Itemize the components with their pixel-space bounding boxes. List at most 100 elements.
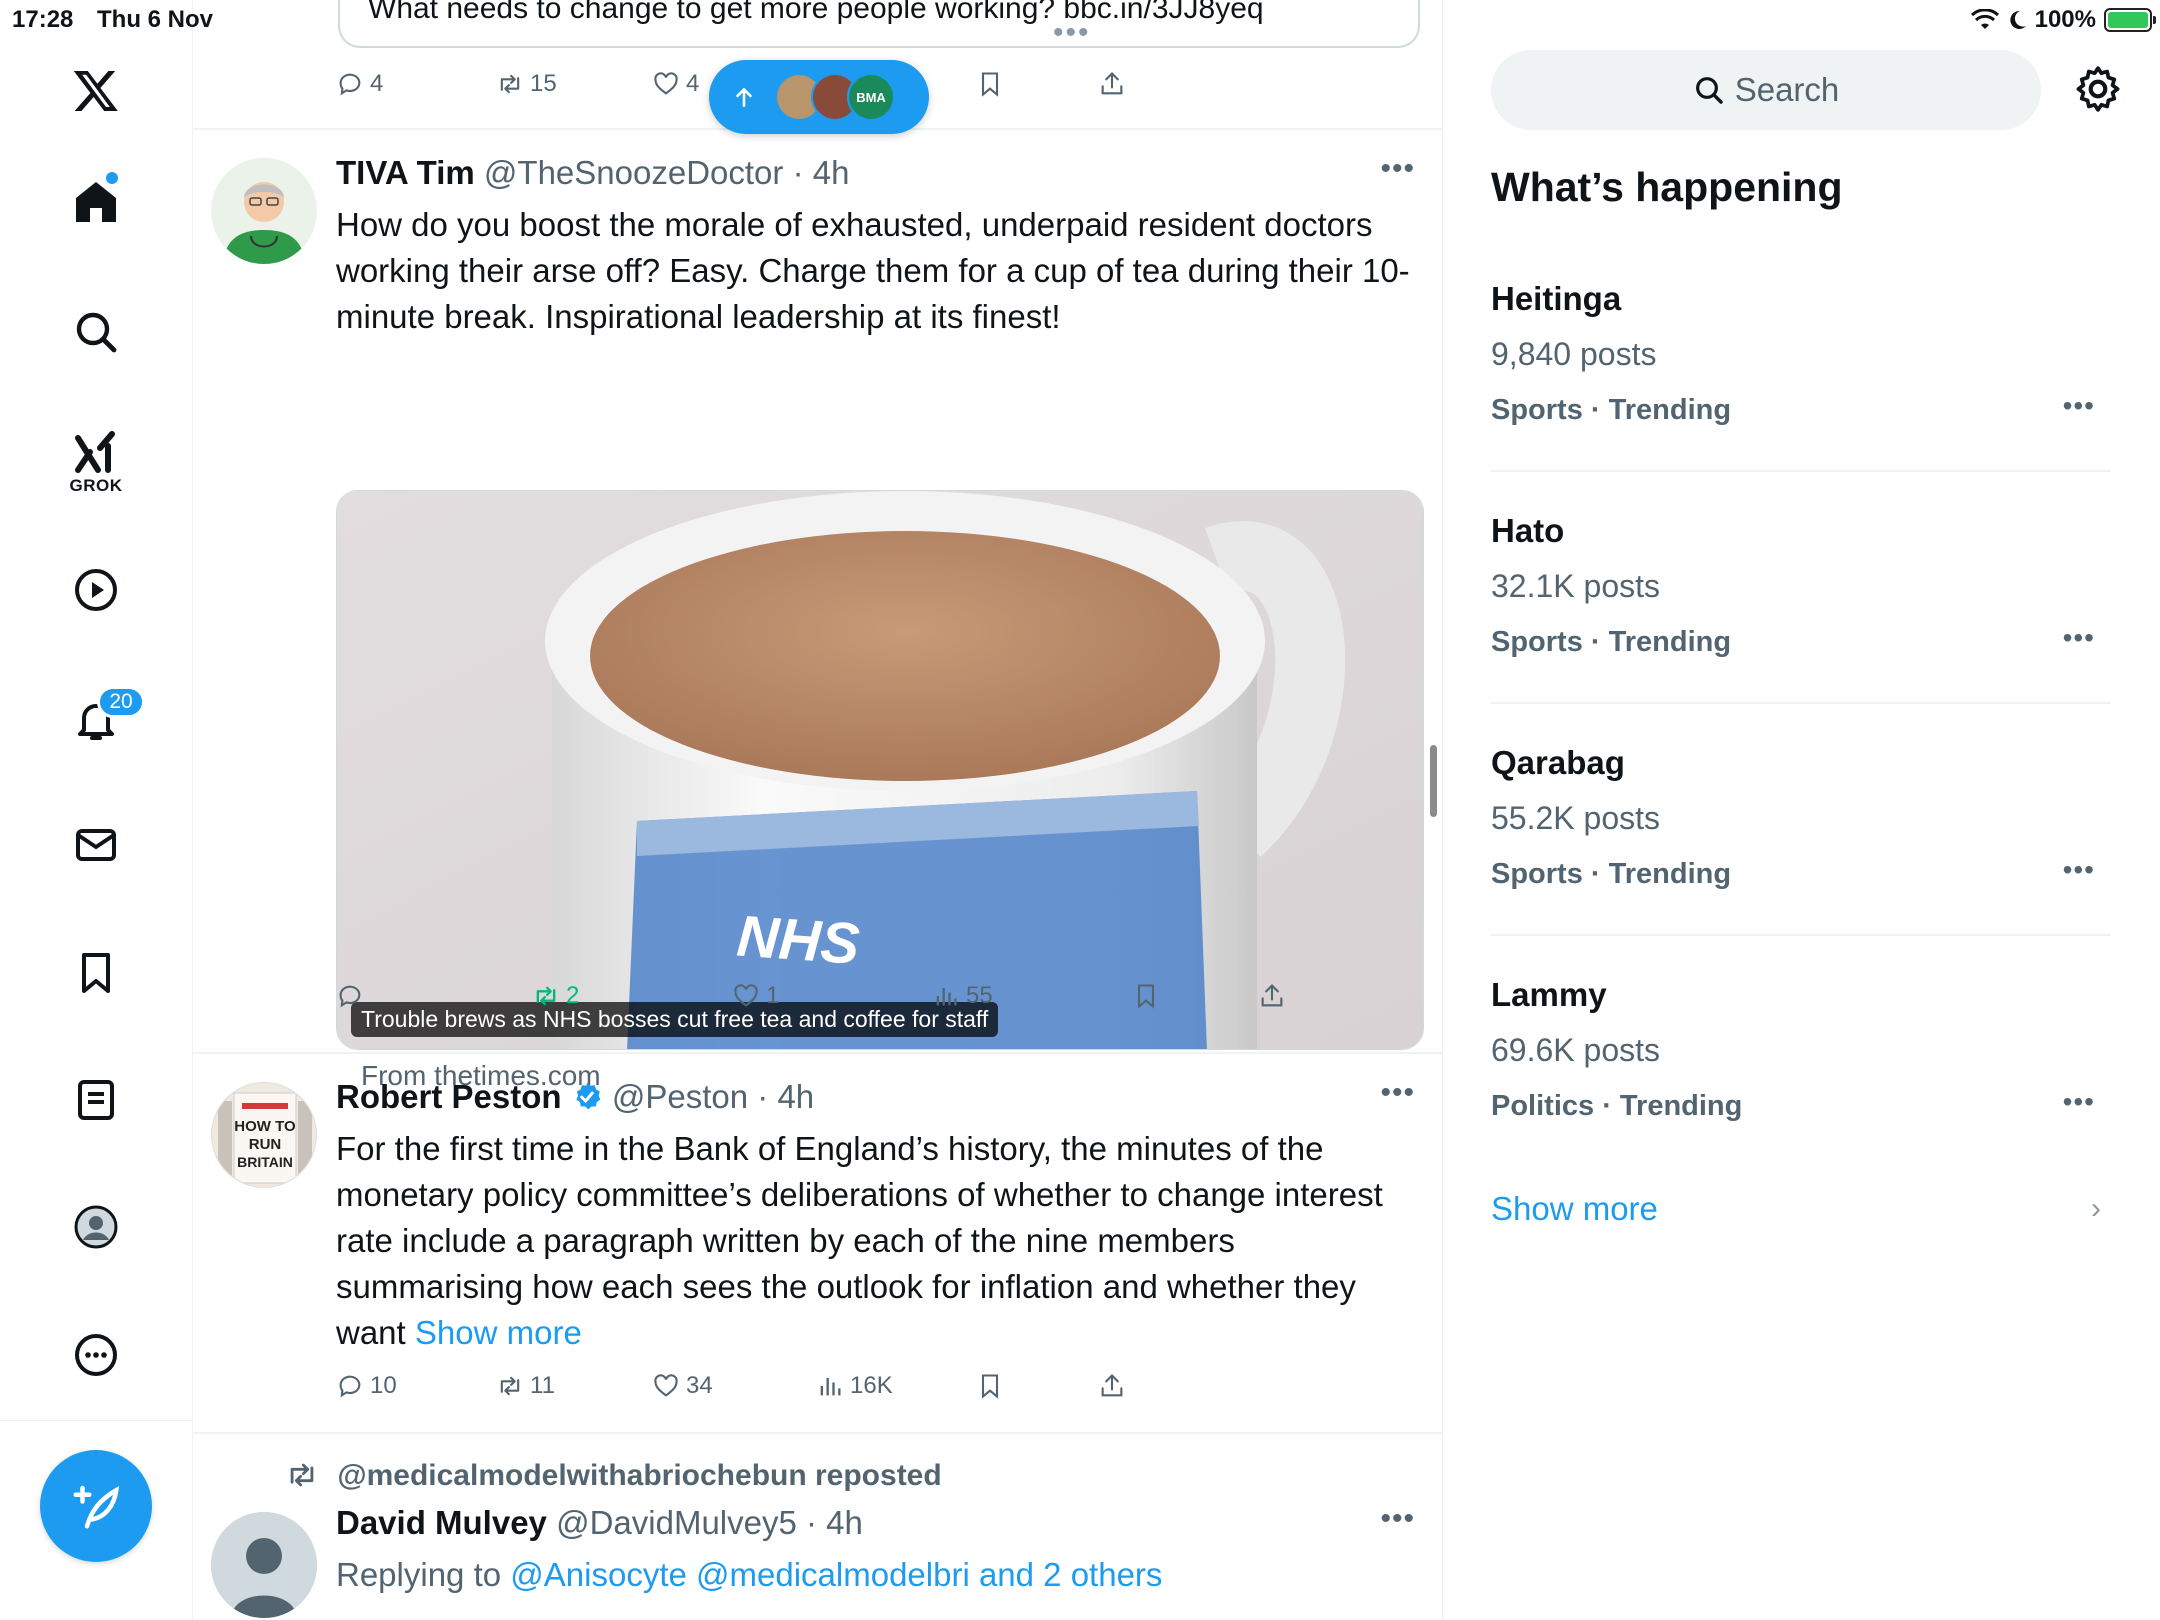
views-button[interactable]: 55 bbox=[932, 982, 993, 1010]
bookmarks-icon[interactable] bbox=[66, 943, 126, 1003]
svg-text:RUN: RUN bbox=[249, 1136, 282, 1153]
post-actions: 10 11 34 16K bbox=[336, 1372, 1416, 1412]
share-button[interactable] bbox=[1258, 982, 1286, 1010]
trend-name: Heitinga bbox=[1491, 280, 1622, 317]
battery-icon bbox=[2104, 8, 2156, 32]
repost-button[interactable]: 2 bbox=[532, 982, 579, 1010]
scrollbar-thumb[interactable] bbox=[1430, 745, 1437, 817]
trend-item[interactable]: Qarabag 55.2K posts Sports · Trending ••… bbox=[1491, 744, 2111, 914]
like-button[interactable]: 4 bbox=[652, 70, 699, 98]
author-handle[interactable]: @Peston bbox=[612, 1078, 748, 1115]
status-time: 17:28 bbox=[12, 6, 74, 33]
new-posts-pill[interactable]: BMA bbox=[709, 60, 929, 134]
trend-item[interactable]: Hato 32.1K posts Sports · Trending ••• bbox=[1491, 512, 2111, 682]
author-name[interactable]: David Mulvey bbox=[336, 1504, 547, 1541]
author-handle[interactable]: @DavidMulvey5 bbox=[556, 1504, 797, 1541]
new-post-avatar-bma: BMA bbox=[847, 73, 895, 121]
avatar[interactable] bbox=[211, 1512, 317, 1618]
lists-icon[interactable] bbox=[66, 1070, 126, 1130]
repost-button[interactable]: 11 bbox=[496, 1372, 555, 1400]
search-icon[interactable] bbox=[66, 302, 126, 362]
repost-label[interactable]: @medicalmodelwithabriochebun reposted bbox=[337, 1459, 941, 1492]
trend-more-icon[interactable]: ••• bbox=[2063, 390, 2095, 422]
post-time: · 4h bbox=[792, 154, 850, 191]
post-time: · 4h bbox=[806, 1504, 863, 1541]
bookmark-button[interactable] bbox=[976, 1372, 1004, 1400]
search-input[interactable]: Search bbox=[1491, 50, 2041, 130]
reply-count: 4 bbox=[370, 70, 384, 97]
like-count: 1 bbox=[766, 982, 780, 1009]
tea-mug-image: NHS bbox=[337, 491, 1423, 1049]
reply-button[interactable]: 10 bbox=[336, 1372, 397, 1400]
trend-category: Sports · Trending bbox=[1491, 394, 1732, 426]
main-feed[interactable]: What needs to change to get more people … bbox=[193, 0, 1443, 1620]
views-button[interactable]: 16K bbox=[816, 1372, 893, 1400]
link-card[interactable]: NHS Trouble brews as NHS bosses cut free… bbox=[336, 490, 1424, 1050]
verified-badge-icon bbox=[576, 1083, 601, 1110]
author-name[interactable]: Robert Peston bbox=[336, 1078, 562, 1115]
repost-button[interactable]: 15 bbox=[496, 70, 557, 98]
status-date: Thu 6 Nov bbox=[97, 6, 214, 33]
grok-label: GROK bbox=[69, 476, 123, 495]
author-handle[interactable]: @TheSnoozeDoctor bbox=[484, 154, 783, 191]
post-header: David Mulvey @DavidMulvey5 · 4h bbox=[336, 1504, 863, 1542]
bookmark-button[interactable] bbox=[976, 70, 1004, 98]
bookmark-icon bbox=[1137, 984, 1155, 1009]
grok-icon[interactable] bbox=[66, 424, 126, 484]
reply-count: 10 bbox=[370, 1372, 397, 1399]
settings-gear-icon[interactable] bbox=[2073, 64, 2123, 114]
repost-icon bbox=[536, 986, 556, 1006]
x-logo-icon[interactable] bbox=[66, 60, 126, 120]
show-more-link[interactable]: Show more bbox=[415, 1314, 582, 1351]
reply-button[interactable] bbox=[336, 982, 370, 1010]
trend-name: Lammy bbox=[1491, 976, 1607, 1013]
video-icon[interactable] bbox=[66, 560, 126, 620]
post-more-icon[interactable]: ••• bbox=[1380, 152, 1415, 186]
trend-separator bbox=[1491, 470, 2111, 472]
profile-avatar-icon[interactable] bbox=[66, 1197, 126, 1257]
avatar[interactable]: HOW TO RUN BRITAIN bbox=[211, 1082, 317, 1188]
trend-item[interactable]: Heitinga 9,840 posts Sports · Trending •… bbox=[1491, 280, 2111, 450]
show-more-trends-link[interactable]: Show more bbox=[1491, 1190, 1658, 1228]
trend-more-icon[interactable]: ••• bbox=[2063, 1086, 2095, 1118]
bookmark-icon bbox=[981, 72, 999, 97]
like-button[interactable]: 34 bbox=[652, 1372, 713, 1400]
author-name[interactable]: TIVA Tim bbox=[336, 154, 475, 191]
post-tiva-tim[interactable]: TIVA Tim @TheSnoozeDoctor · 4h ••• How d… bbox=[193, 130, 1442, 1091]
reply-button[interactable]: 4 bbox=[336, 70, 383, 98]
replying-to-links[interactable]: @Anisocyte @medicalmodelbri and 2 others bbox=[510, 1556, 1162, 1593]
trend-more-icon[interactable]: ••• bbox=[2063, 854, 2095, 886]
moon-icon bbox=[2009, 10, 2026, 29]
share-button[interactable] bbox=[1098, 1372, 1126, 1400]
trend-separator bbox=[1491, 934, 2111, 936]
post-text: For the first time in the Bank of Englan… bbox=[336, 1126, 1416, 1356]
search-placeholder: Search bbox=[1734, 71, 1840, 108]
share-button[interactable] bbox=[1098, 70, 1126, 98]
trend-post-count: 69.6K posts bbox=[1491, 1032, 1660, 1068]
post-david-mulvey[interactable]: @medicalmodelwithabriochebun reposted Da… bbox=[193, 1434, 1442, 1620]
like-button[interactable]: 1 bbox=[732, 982, 779, 1010]
share-icon bbox=[1101, 72, 1123, 95]
bookmark-button[interactable] bbox=[1132, 982, 1160, 1010]
post-more-icon[interactable]: ••• bbox=[1380, 1502, 1415, 1536]
like-count: 4 bbox=[686, 70, 700, 97]
trend-post-count: 9,840 posts bbox=[1491, 336, 1657, 372]
post-header: TIVA Tim @TheSnoozeDoctor · 4h bbox=[336, 154, 849, 192]
svg-text:BRITAIN: BRITAIN bbox=[237, 1154, 293, 1170]
messages-icon[interactable] bbox=[66, 815, 126, 875]
wifi-icon bbox=[1970, 9, 1999, 29]
doctor-avatar-icon bbox=[211, 158, 317, 264]
post-more-icon[interactable]: ••• bbox=[1380, 1076, 1415, 1110]
repost-count: 2 bbox=[566, 982, 580, 1009]
compose-post-button[interactable] bbox=[40, 1450, 152, 1562]
repost-icon bbox=[500, 74, 520, 94]
trend-more-icon[interactable]: ••• bbox=[2063, 622, 2095, 654]
post-robert-peston[interactable]: HOW TO RUN BRITAIN Robert Peston @Peston… bbox=[193, 1054, 1442, 1432]
replying-prefix: Replying to bbox=[336, 1556, 502, 1593]
chevron-right-icon[interactable]: › bbox=[2091, 1192, 2101, 1226]
more-options-icon[interactable] bbox=[66, 1325, 126, 1385]
avatar[interactable] bbox=[211, 158, 317, 264]
heart-icon bbox=[654, 1374, 678, 1397]
trend-item[interactable]: Lammy 69.6K posts Politics · Trending ••… bbox=[1491, 976, 2111, 1146]
repost-count: 11 bbox=[530, 1372, 555, 1399]
